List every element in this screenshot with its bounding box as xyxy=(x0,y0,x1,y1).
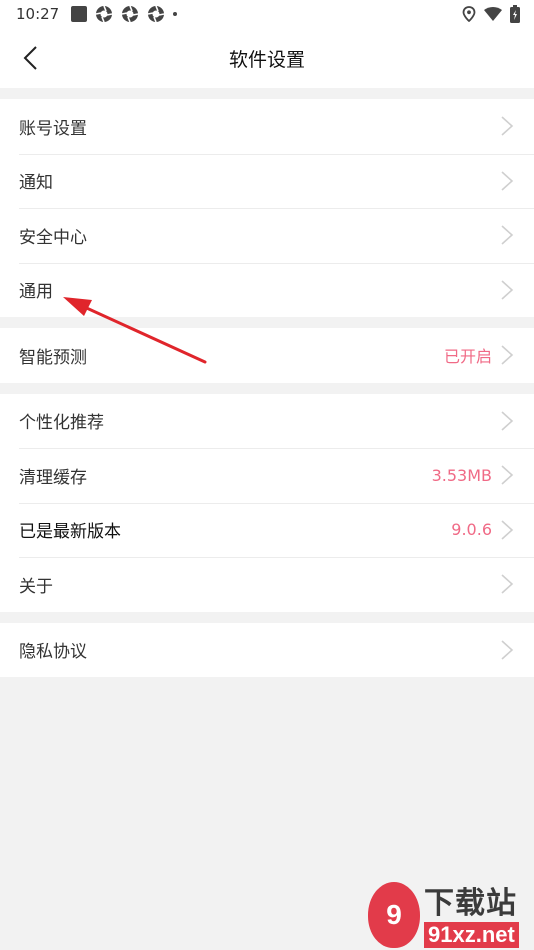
chevron-right-icon xyxy=(500,573,514,595)
chevron-right-icon xyxy=(500,344,514,366)
chevron-right-icon xyxy=(500,115,514,137)
settings-group-prediction: 智能预测 已开启 xyxy=(0,328,534,383)
row-general[interactable]: 通用 xyxy=(0,262,534,318)
row-privacy-policy[interactable]: 隐私协议 xyxy=(0,623,534,678)
row-label: 通用 xyxy=(19,282,53,303)
row-smart-prediction[interactable]: 智能预测 已开启 xyxy=(0,328,534,383)
chevron-right-icon xyxy=(500,170,514,192)
page-title: 软件设置 xyxy=(228,48,305,71)
row-label: 账号设置 xyxy=(19,118,87,139)
chevron-left-icon xyxy=(23,46,37,70)
chevron-right-icon xyxy=(500,464,514,486)
app-header: 软件设置 xyxy=(0,28,534,88)
cache-size-value: 3.53MB xyxy=(431,465,492,485)
row-label: 关于 xyxy=(19,576,53,597)
row-label: 清理缓存 xyxy=(19,467,87,488)
row-label: 已是最新版本 xyxy=(19,522,121,543)
shutter-icon xyxy=(122,5,139,23)
row-about[interactable]: 关于 xyxy=(0,557,534,612)
status-value: 已开启 xyxy=(443,347,492,367)
battery-icon xyxy=(510,5,520,23)
watermark: 9 下载站 91xz.net xyxy=(368,878,528,948)
chevron-right-icon xyxy=(500,639,514,661)
status-time: 10:27 xyxy=(16,5,60,23)
row-notifications[interactable]: 通知 xyxy=(0,153,534,209)
status-bar: 10:27 xyxy=(0,0,534,28)
row-label: 个性化推荐 xyxy=(19,413,104,434)
settings-list: 账号设置 通知 安全中心 通用 智能预测 已开启 个性化推荐 清理缓存 3.53… xyxy=(0,88,534,677)
app-notification-icon xyxy=(71,6,88,22)
row-clear-cache[interactable]: 清理缓存 3.53MB xyxy=(0,448,534,503)
row-label: 安全中心 xyxy=(19,227,87,248)
wifi-icon xyxy=(484,7,502,21)
settings-group-privacy: 隐私协议 xyxy=(0,622,534,678)
more-notifications-dot xyxy=(173,12,178,16)
chevron-right-icon xyxy=(500,279,514,301)
system-icons xyxy=(462,5,520,23)
location-icon xyxy=(462,6,476,22)
chevron-right-icon xyxy=(500,224,514,246)
notification-icons xyxy=(71,5,178,23)
watermark-logo: 9 xyxy=(368,882,420,948)
watermark-brand: 下载站 xyxy=(424,886,517,921)
row-label: 智能预测 xyxy=(19,347,87,368)
shutter-icon xyxy=(148,5,165,23)
chevron-right-icon xyxy=(500,410,514,432)
settings-group-account: 账号设置 通知 安全中心 通用 xyxy=(0,99,534,317)
row-personalized-recommendation[interactable]: 个性化推荐 xyxy=(0,394,534,449)
chevron-right-icon xyxy=(500,519,514,541)
shutter-icon xyxy=(96,5,113,23)
row-version[interactable]: 已是最新版本 9.0.6 xyxy=(0,502,534,558)
back-button[interactable] xyxy=(10,38,50,78)
settings-group-misc: 个性化推荐 清理缓存 3.53MB 已是最新版本 9.0.6 关于 xyxy=(0,393,534,612)
version-value: 9.0.6 xyxy=(451,520,492,540)
row-account-settings[interactable]: 账号设置 xyxy=(0,99,534,154)
row-label: 隐私协议 xyxy=(19,642,87,663)
row-label: 通知 xyxy=(19,173,53,194)
watermark-url: 91xz.net xyxy=(424,922,519,948)
row-security-center[interactable]: 安全中心 xyxy=(0,208,534,263)
